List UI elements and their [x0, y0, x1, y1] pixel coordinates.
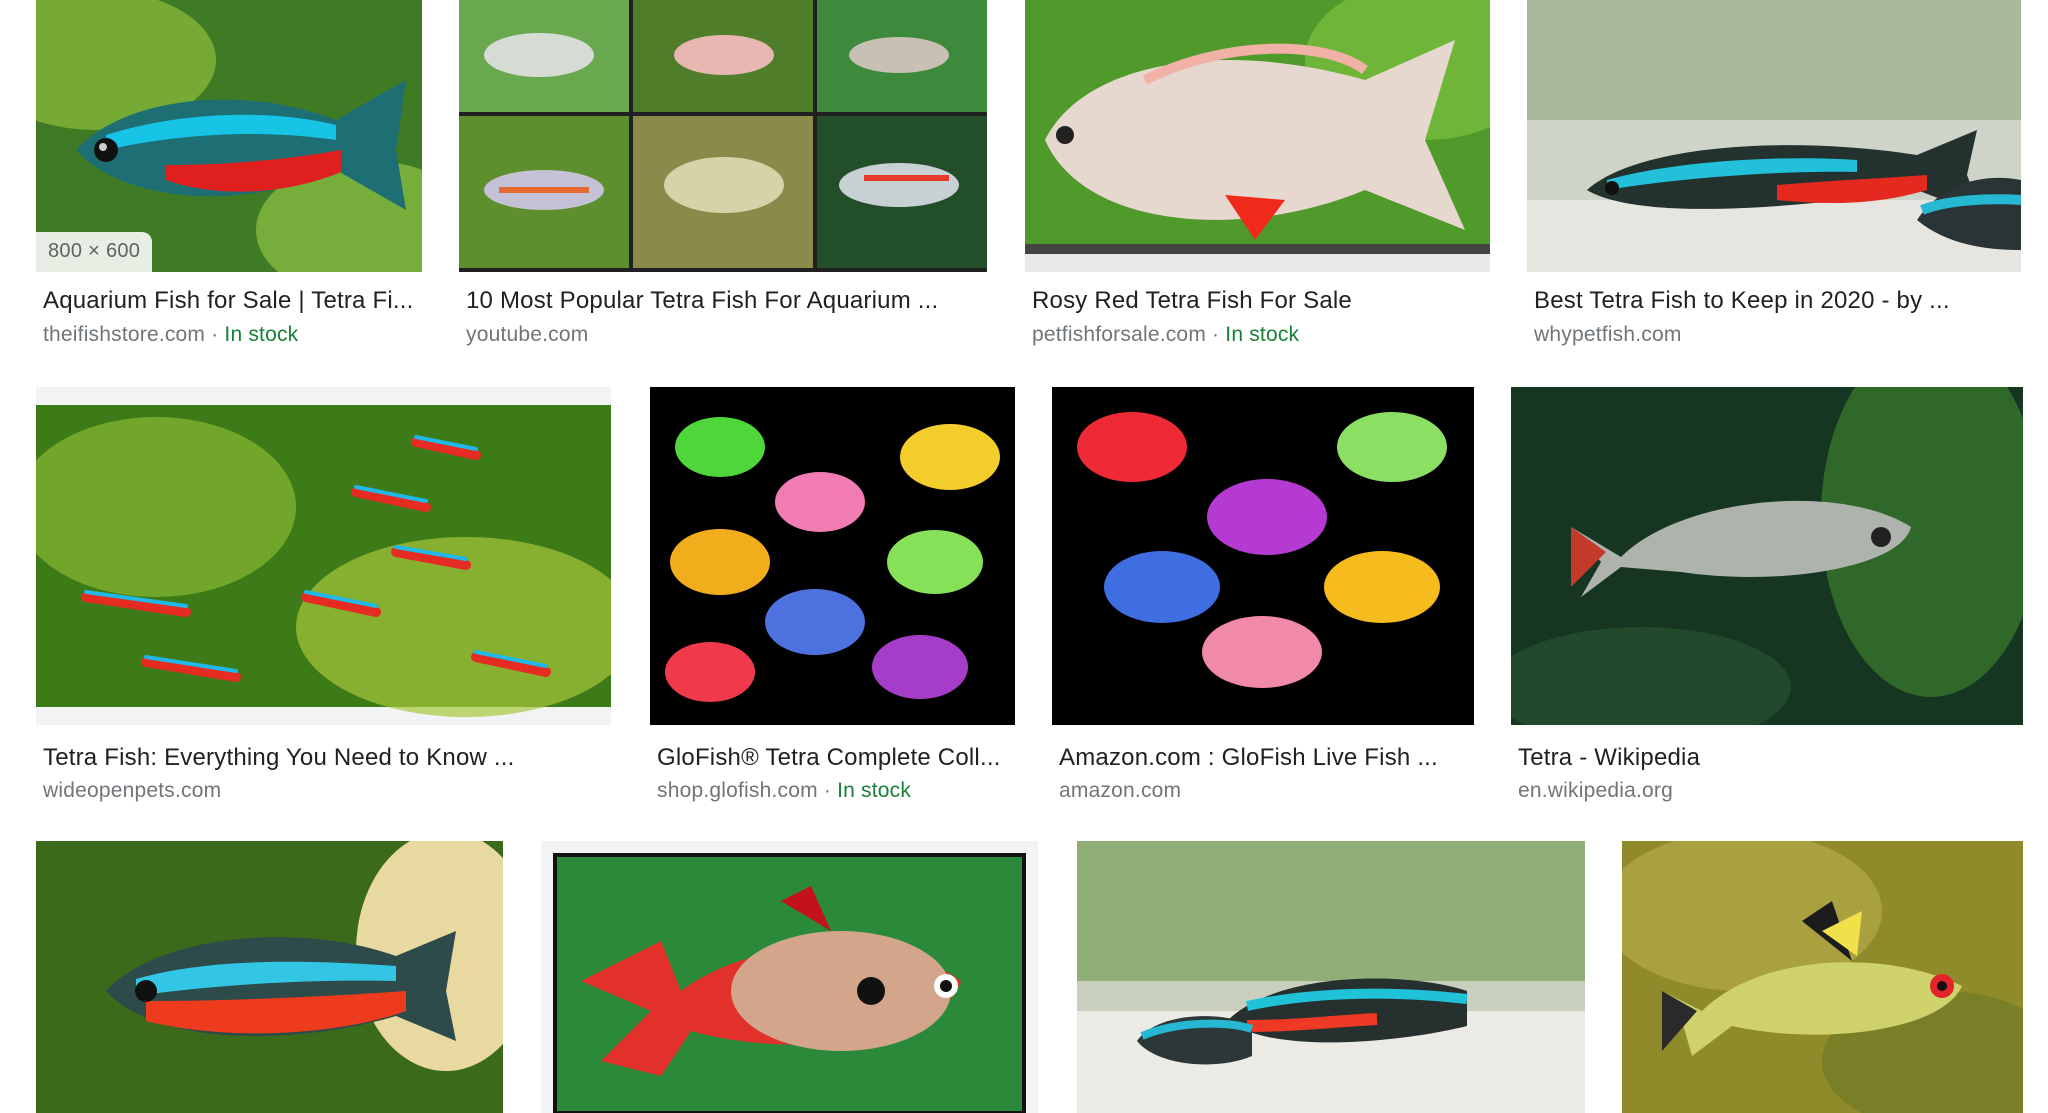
result-thumbnail[interactable]: [1527, 0, 2021, 272]
result-card[interactable]: GloFish® Tetra Complete Coll... shop.glo…: [650, 387, 1015, 807]
result-thumbnail[interactable]: [1511, 387, 2023, 725]
result-source: amazon.com: [1059, 778, 1474, 804]
result-source: youtube.com: [466, 322, 987, 348]
result-source: wideopenpets.com: [43, 778, 611, 804]
result-thumbnail[interactable]: [1077, 841, 1585, 1113]
result-thumbnail[interactable]: [459, 0, 987, 272]
result-card[interactable]: [541, 841, 1038, 1113]
result-domain: youtube.com: [466, 323, 589, 346]
result-thumbnail[interactable]: [1622, 841, 2023, 1113]
result-thumbnail[interactable]: [36, 841, 503, 1113]
result-card[interactable]: 10 Most Popular Tetra Fish For Aquarium …: [459, 0, 987, 355]
result-thumbnail[interactable]: [36, 387, 611, 725]
result-domain: shop.glofish.com: [657, 779, 818, 802]
result-domain: petfishforsale.com: [1032, 323, 1207, 346]
result-source: whypetfish.com: [1534, 322, 2021, 348]
result-domain: amazon.com: [1059, 779, 1182, 802]
in-stock-label: In stock: [837, 779, 912, 802]
result-domain: wideopenpets.com: [43, 779, 222, 802]
result-card[interactable]: Tetra Fish: Everything You Need to Know …: [36, 387, 611, 807]
result-thumbnail[interactable]: [1025, 0, 1490, 272]
result-source: petfishforsale.com · In stock: [1032, 323, 1300, 346]
result-title[interactable]: Tetra - Wikipedia: [1518, 743, 2023, 773]
result-domain: whypetfish.com: [1534, 323, 1682, 346]
result-card[interactable]: 800 × 600 Aquarium Fish for Sale | Tetra…: [36, 0, 434, 355]
in-stock-label: In stock: [224, 323, 299, 346]
result-title[interactable]: Aquarium Fish for Sale | Tetra Fi...: [43, 286, 434, 316]
result-card[interactable]: Tetra - Wikipedia en.wikipedia.org: [1511, 387, 2023, 807]
result-thumbnail[interactable]: [541, 841, 1038, 1113]
result-thumbnail[interactable]: 800 × 600: [36, 0, 422, 272]
result-title[interactable]: 10 Most Popular Tetra Fish For Aquarium …: [466, 286, 987, 316]
result-title[interactable]: Tetra Fish: Everything You Need to Know …: [43, 743, 611, 773]
result-title[interactable]: Rosy Red Tetra Fish For Sale: [1032, 286, 1490, 316]
result-card[interactable]: [1077, 841, 1585, 1113]
result-title[interactable]: Best Tetra Fish to Keep in 2020 - by ...: [1534, 286, 2021, 316]
result-card[interactable]: [36, 841, 503, 1113]
result-domain: theifishstore.com: [43, 323, 206, 346]
image-dimensions-badge: 800 × 600: [36, 232, 153, 272]
result-thumbnail[interactable]: [650, 387, 1015, 725]
result-domain: en.wikipedia.org: [1518, 779, 1673, 802]
result-source: theifishstore.com · In stock: [43, 323, 299, 346]
result-card[interactable]: Rosy Red Tetra Fish For Sale petfishfors…: [1025, 0, 1490, 355]
result-card[interactable]: [1622, 841, 2023, 1113]
result-card[interactable]: Best Tetra Fish to Keep in 2020 - by ...…: [1527, 0, 2021, 355]
image-results-grid: 800 × 600 Aquarium Fish for Sale | Tetra…: [0, 0, 2048, 1113]
result-card[interactable]: Amazon.com : GloFish Live Fish ... amazo…: [1052, 387, 1474, 807]
result-source: shop.glofish.com · In stock: [657, 779, 912, 802]
result-source: en.wikipedia.org: [1518, 778, 2023, 804]
in-stock-label: In stock: [1225, 323, 1300, 346]
result-thumbnail[interactable]: [1052, 387, 1474, 725]
result-title[interactable]: GloFish® Tetra Complete Coll...: [657, 743, 1015, 773]
result-title[interactable]: Amazon.com : GloFish Live Fish ...: [1059, 743, 1474, 773]
